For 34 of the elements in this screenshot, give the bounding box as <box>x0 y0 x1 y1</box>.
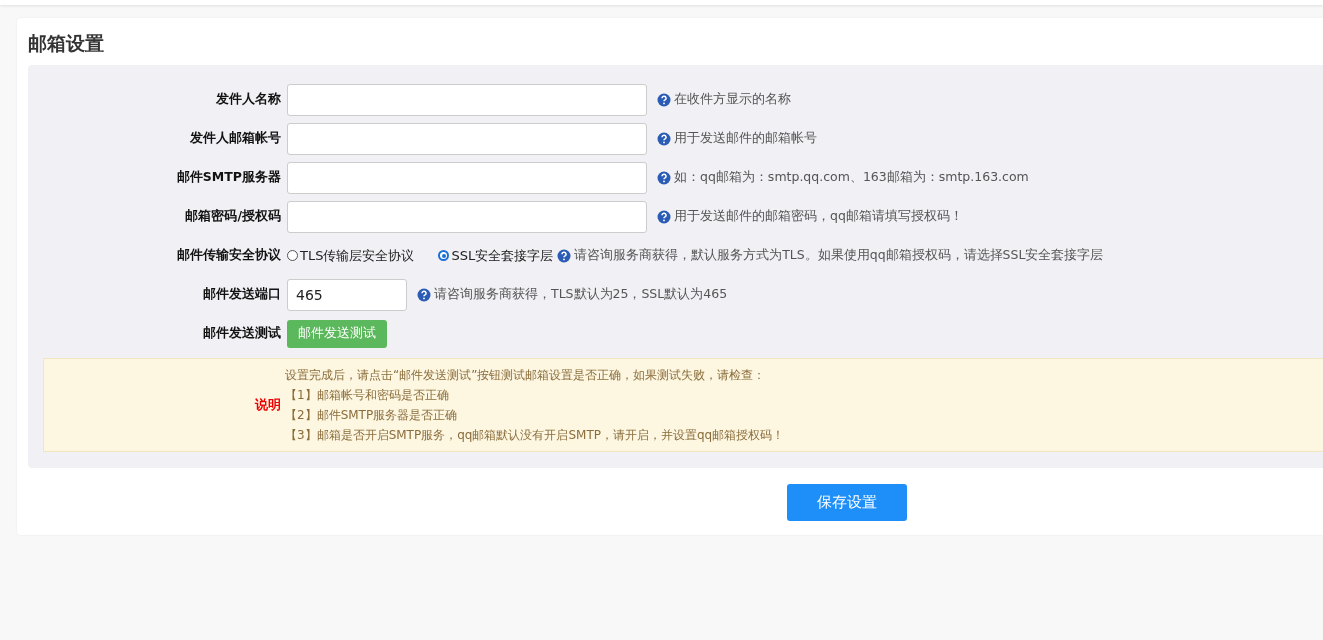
note-text: 【3】邮箱是否开启SMTP服务，qq邮箱默认没有开启SMTP，请开启，并设置qq邮箱授权码！ <box>285 427 785 444</box>
text-field[interactable]: 465 <box>287 278 407 311</box>
help-icon <box>557 248 572 263</box>
radio-option[interactable]: TLS传输层安全协议 <box>287 246 415 265</box>
hint-text: 用于发送邮件的邮箱帐号 <box>674 130 817 147</box>
help-icon <box>657 131 671 146</box>
field-label: 邮件SMTP服务器 <box>175 169 282 186</box>
field-label: 发件人邮箱帐号 <box>189 130 282 147</box>
text-field[interactable] <box>287 200 647 233</box>
help-icon <box>417 287 431 302</box>
text-field[interactable] <box>287 161 647 194</box>
field-label: 发件人名称 <box>215 91 282 108</box>
radio-icon[interactable] <box>287 250 298 261</box>
field-label: 邮件发送端口 <box>202 286 282 303</box>
field-label: 邮件传输安全协议 <box>176 247 282 264</box>
hint-text: 如：qq邮箱为：smtp.qq.com、163邮箱为：smtp.163.com <box>674 169 1029 186</box>
radio-icon[interactable] <box>438 250 450 261</box>
radio-option[interactable]: SSL安全套接字层 <box>438 246 554 265</box>
hint-text: 请咨询服务商获得，TLS默认为25，SSL默认为465 <box>434 286 728 303</box>
help-icon <box>657 209 671 224</box>
help-icon <box>657 170 671 185</box>
hint-text: 请咨询服务商获得，默认服务方式为TLS。如果使用qq邮箱授权码，请选择SSL安全套接字层 <box>574 247 1104 264</box>
note-label: 说明 <box>253 396 282 414</box>
hint-text: 用于发送邮件的邮箱密码，qq邮箱请填写授权码！ <box>674 208 963 225</box>
page-title: 邮箱设置 <box>28 31 105 56</box>
hint-text: 在收件方显示的名称 <box>674 91 791 108</box>
field-label: 邮箱密码/授权码 <box>184 208 282 225</box>
field-label: 邮件发送测试 <box>202 325 282 342</box>
text-field[interactable] <box>287 122 647 155</box>
note-text: 【2】邮件SMTP服务器是否正确 <box>285 407 459 424</box>
help-icon <box>657 92 671 107</box>
text-field[interactable] <box>287 83 647 116</box>
note-text: 【1】邮箱帐号和密码是否正确 <box>285 387 450 404</box>
note-text: 设置完成后，请点击“邮件发送测试”按钮测试邮箱设置是否正确，如果测试失败，请检查： <box>285 367 767 384</box>
